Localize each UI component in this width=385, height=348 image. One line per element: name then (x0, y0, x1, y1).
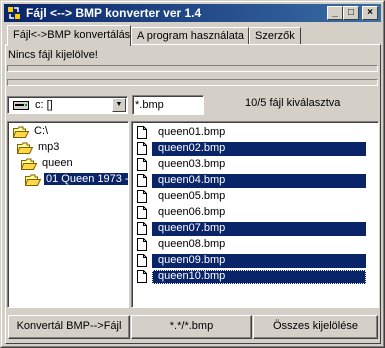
chevron-down-icon[interactable]: ▼ (112, 98, 126, 112)
window-title: Fájl <--> BMP konverter ver 1.4 (26, 6, 202, 20)
dir-label: C:\ (34, 125, 49, 137)
tab-authors[interactable]: Szerzők (249, 27, 301, 45)
app-icon (8, 7, 20, 19)
convert-button[interactable]: Konvertál BMP-->Fájl (8, 315, 130, 339)
file-row[interactable]: queen02.bmp (135, 141, 375, 156)
file-icon (137, 238, 147, 251)
file-row[interactable]: queen05.bmp (135, 189, 375, 204)
file-name: queen02.bmp (152, 142, 366, 156)
dir-label: 01 Queen 1973 - (44, 173, 129, 185)
maximize-button[interactable]: □ (343, 6, 359, 20)
close-button[interactable]: × (362, 6, 378, 20)
file-row[interactable]: queen07.bmp (135, 221, 375, 236)
tab-strip: Fájl<->BMP konvertálás A program használ… (7, 25, 379, 46)
status-message: Nincs fájl kijelölve! (8, 49, 98, 61)
minimize-button[interactable]: _ (327, 6, 343, 20)
file-row[interactable]: queen03.bmp (135, 157, 375, 172)
tab-usage[interactable]: A program használata (131, 27, 249, 45)
filter-field[interactable] (132, 95, 204, 115)
progress-bar-1 (7, 65, 378, 72)
file-icon (137, 222, 147, 235)
file-row[interactable]: queen06.bmp (135, 205, 375, 220)
file-icon (137, 190, 147, 203)
file-name: queen06.bmp (158, 206, 226, 218)
file-name: queen04.bmp (152, 174, 366, 188)
drive-combo[interactable]: c: [] ▼ (7, 96, 128, 114)
drive-icon (13, 101, 29, 110)
select-all-button[interactable]: Összes kijelölése (253, 315, 378, 339)
file-name: queen09.bmp (152, 254, 366, 268)
file-name: queen01.bmp (158, 126, 226, 138)
folder-open-icon (21, 158, 37, 170)
file-row[interactable]: queen10.bmp (135, 269, 375, 284)
folder-open-icon (17, 142, 33, 154)
file-name: queen05.bmp (158, 190, 226, 202)
file-icon (137, 254, 147, 267)
file-name: queen07.bmp (152, 222, 366, 236)
folder-open-icon (25, 174, 41, 186)
file-row[interactable]: queen09.bmp (135, 253, 375, 268)
directory-tree[interactable]: C:\ mp3 queen 01 Queen 1973 - (7, 121, 129, 308)
file-icon (137, 158, 147, 171)
file-row[interactable]: queen01.bmp (135, 125, 375, 140)
file-icon (137, 126, 147, 139)
file-list[interactable]: queen01.bmp queen02.bmp queen03.bmp quee… (131, 121, 379, 308)
file-row[interactable]: queen04.bmp (135, 173, 375, 188)
selection-count: 10/5 fájl kiválasztva (245, 97, 341, 109)
dir-label: mp3 (38, 141, 60, 153)
file-icon (137, 206, 147, 219)
file-name: queen08.bmp (158, 238, 226, 250)
file-name: queen03.bmp (158, 158, 226, 170)
folder-open-icon (13, 126, 29, 138)
file-icon (137, 270, 147, 283)
app-window: Fájl <--> BMP konverter ver 1.4 _ □ × Fá… (0, 0, 385, 348)
tab-convert[interactable]: Fájl<->BMP konvertálás (7, 25, 131, 46)
filter-input[interactable] (135, 97, 199, 112)
drive-value: c: [] (35, 99, 53, 111)
file-icon (137, 142, 147, 155)
progress-bar-2 (7, 79, 378, 86)
mask-toggle-button[interactable]: *.*/*.bmp (131, 315, 252, 339)
title-bar[interactable]: Fájl <--> BMP konverter ver 1.4 _ □ × (4, 4, 381, 22)
file-icon (137, 174, 147, 187)
dir-label: queen (42, 157, 73, 169)
file-name: queen10.bmp (152, 270, 366, 284)
file-row[interactable]: queen08.bmp (135, 237, 375, 252)
